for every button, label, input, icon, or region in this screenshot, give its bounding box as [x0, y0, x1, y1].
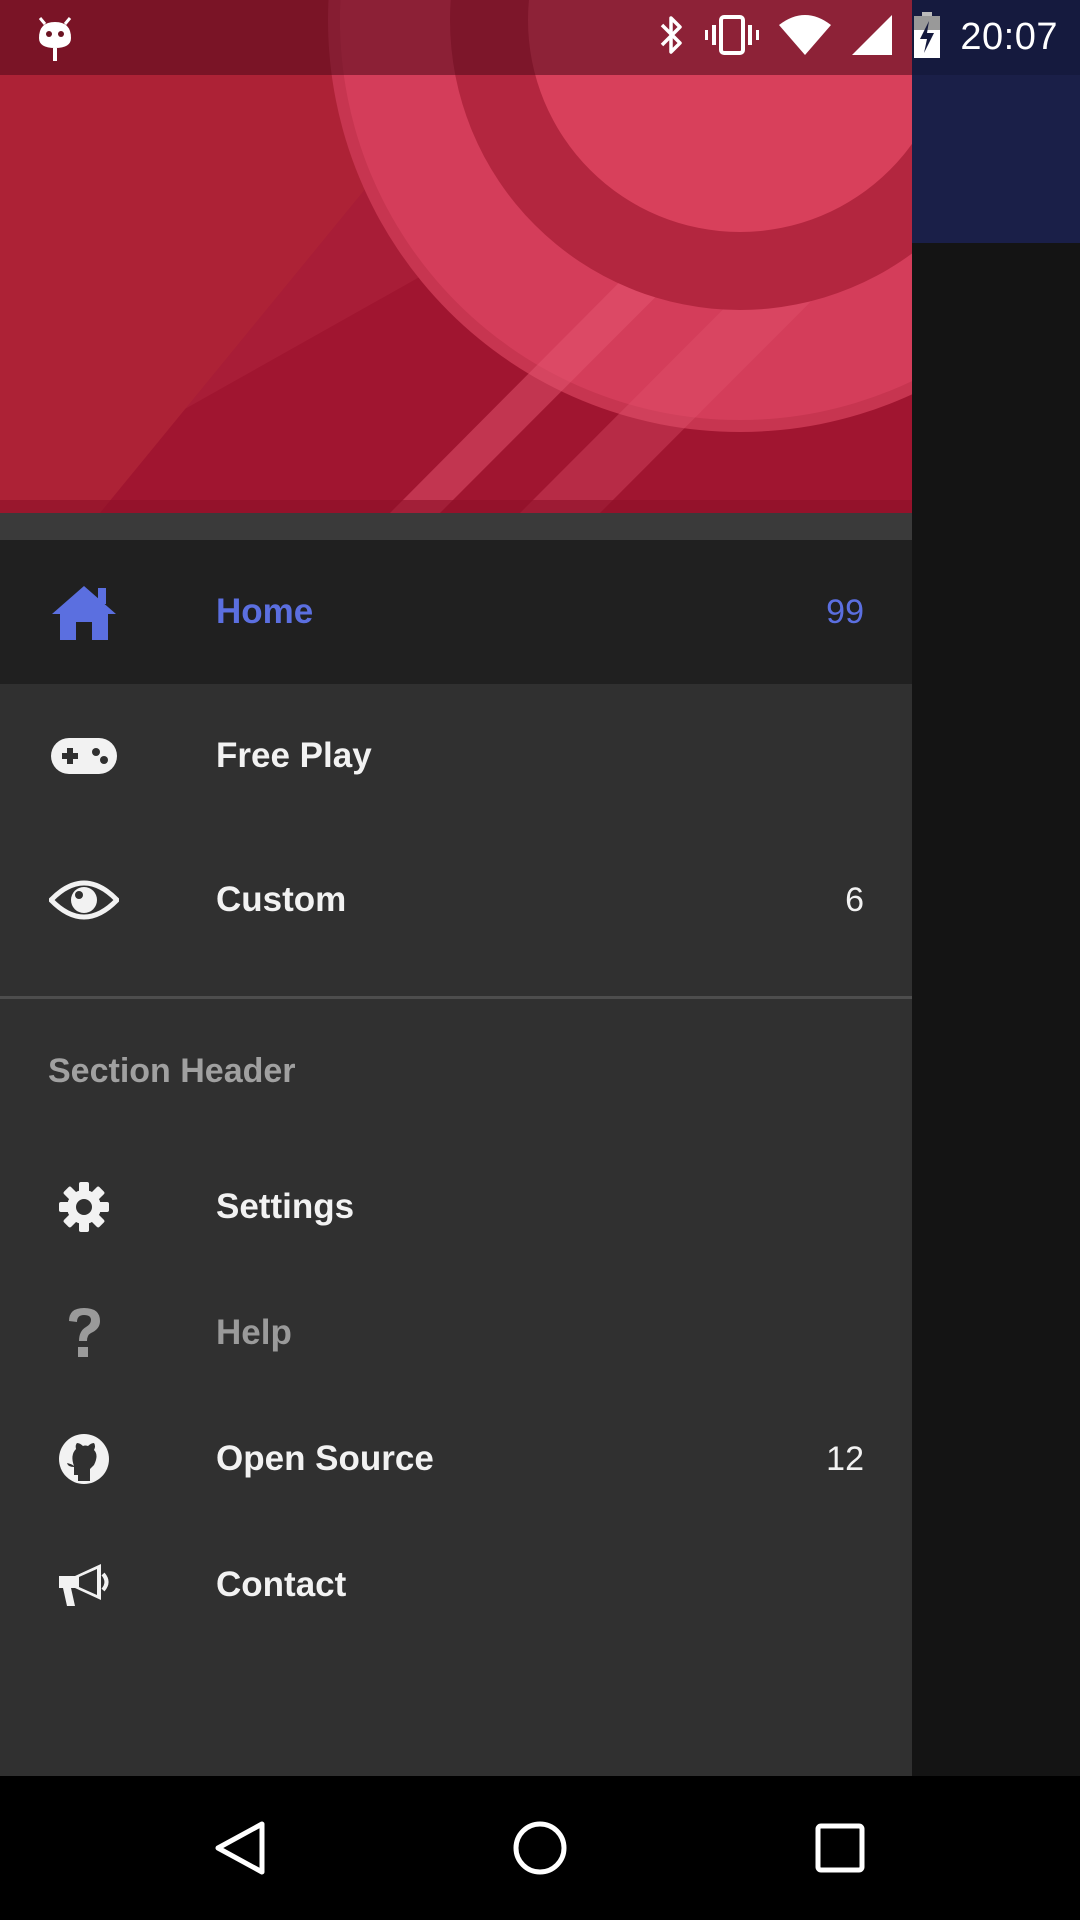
wifi-icon [778, 13, 832, 62]
home-circle-icon[interactable] [504, 1812, 576, 1884]
home-icon [48, 576, 120, 648]
drawer-item-label: Free Play [216, 736, 372, 775]
bluetooth-icon [656, 13, 686, 62]
section-header: Section Header [48, 1052, 296, 1090]
bullhorn-icon [48, 1549, 120, 1621]
cell-signal-icon [850, 13, 894, 62]
back-icon[interactable] [204, 1812, 276, 1884]
android-debug-icon [36, 14, 74, 62]
gear-icon [48, 1171, 120, 1243]
vibrate-icon [704, 13, 760, 62]
drawer-item-settings[interactable]: Settings [0, 1144, 912, 1270]
status-time: 20:07 [960, 16, 1058, 58]
github-icon [48, 1423, 120, 1495]
drawer-item-open-source[interactable]: Open Source 12 [0, 1396, 912, 1522]
recents-icon[interactable] [804, 1812, 876, 1884]
drawer-header-image [0, 0, 912, 513]
status-bar: 20:07 [0, 0, 1080, 75]
drawer-item-home[interactable]: Home 99 [0, 540, 912, 684]
battery-charging-icon [912, 11, 942, 64]
drawer-item-badge: 6 [845, 880, 864, 919]
drawer-divider [0, 996, 912, 999]
gamepad-icon [48, 720, 120, 792]
drawer-item-label: Help [216, 1313, 292, 1352]
drawer-item-free-play[interactable]: Free Play [0, 684, 912, 828]
question-icon [48, 1297, 120, 1369]
system-nav-bar [0, 1776, 1080, 1920]
drawer-item-label: Contact [216, 1565, 347, 1604]
drawer-item-label: Custom [216, 880, 347, 919]
drawer-item-badge: 99 [826, 592, 864, 631]
drawer-item-label: Settings [216, 1187, 355, 1226]
navigation-drawer: Home 99 Free Play Custom 6 Section Heade… [0, 0, 912, 1776]
status-icons: 20:07 [656, 0, 1058, 75]
header-spacer [0, 513, 912, 540]
drawer-item-custom[interactable]: Custom 6 [0, 828, 912, 972]
drawer-item-label: Home [216, 592, 314, 631]
drawer-item-contact[interactable]: Contact [0, 1522, 912, 1648]
drawer-item-badge: 12 [826, 1439, 864, 1478]
eye-icon [48, 864, 120, 936]
drawer-item-label: Open Source [216, 1439, 434, 1478]
drawer-item-help: Help [0, 1270, 912, 1396]
